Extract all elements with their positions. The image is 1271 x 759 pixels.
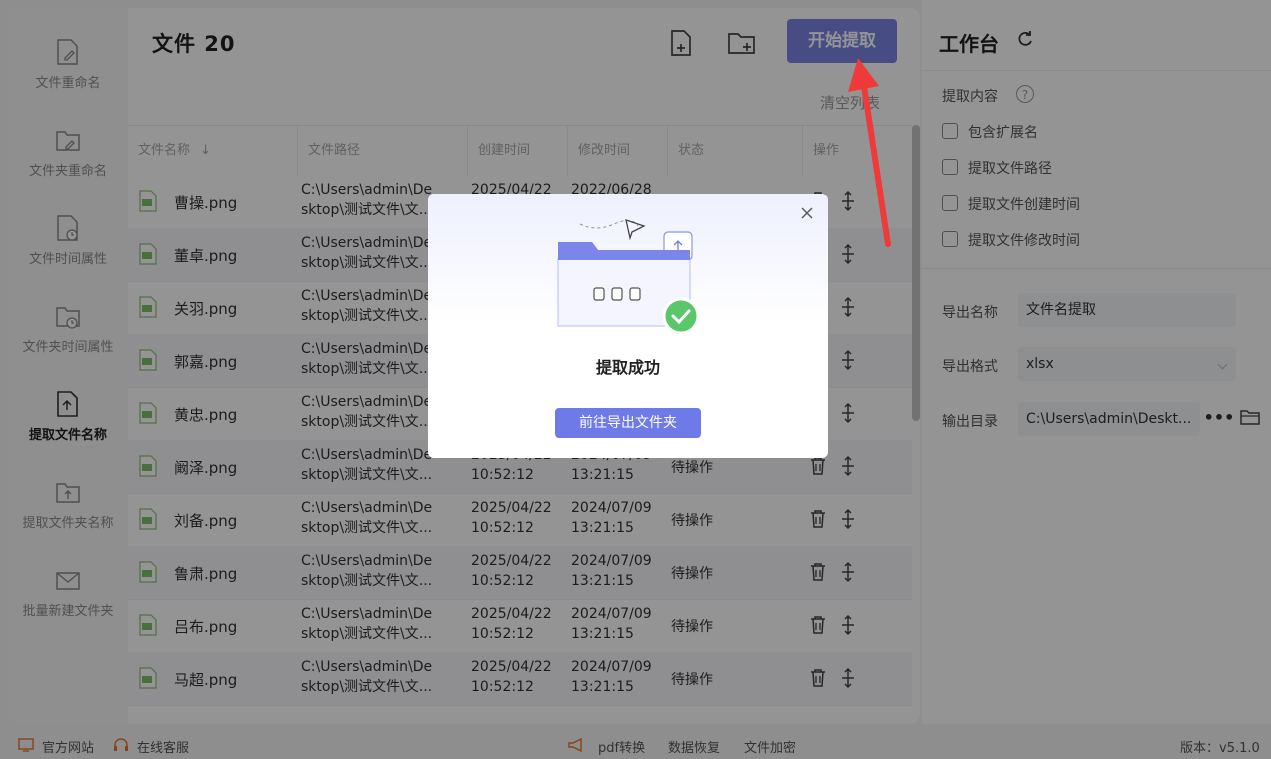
open-export-folder-button[interactable]: 前往导出文件夹 (555, 408, 701, 438)
success-dialog: 提取成功 前往导出文件夹 (428, 194, 828, 458)
close-icon[interactable] (799, 205, 815, 221)
dialog-title: 提取成功 (595, 358, 660, 377)
folder-success-illustration (557, 219, 700, 335)
